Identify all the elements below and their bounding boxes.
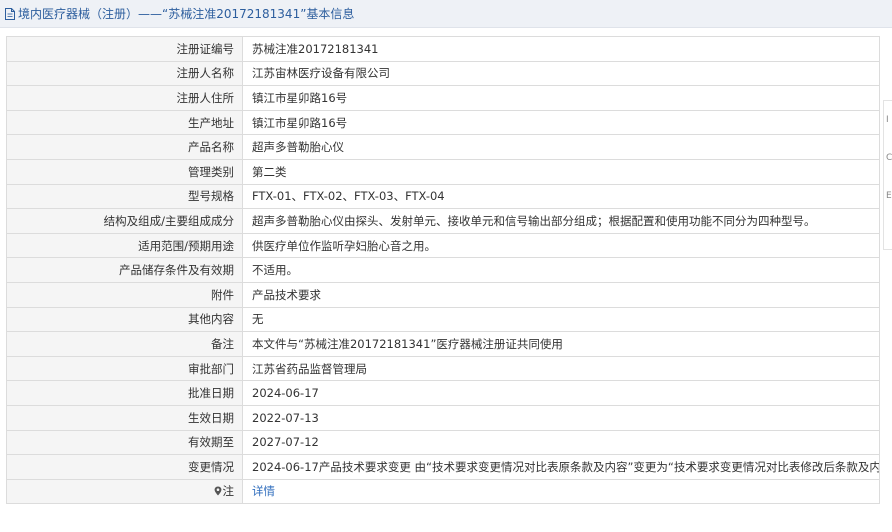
row-label: 适用范围/预期用途 (6, 232, 243, 259)
row-label: 注册人名称 (6, 60, 243, 87)
row-label: 结构及组成/主要组成成分 (6, 208, 243, 234)
pin-icon (214, 485, 222, 496)
side-tab-glyph: E (886, 191, 892, 201)
row-label: 型号规格 (6, 183, 243, 210)
row-value: 苏械注准20172181341 (242, 36, 880, 62)
table-row: 型号规格 FTX-01、FTX-02、FTX-03、FTX-04 (6, 183, 880, 210)
row-label: 有效期至 (6, 429, 243, 456)
note-label-cell: 注 (6, 478, 243, 505)
row-value: 2024-06-17 (242, 380, 880, 406)
table-row: 生产地址 镇江市星卯路16号 (6, 109, 880, 136)
row-value: 本文件与“苏械注准20172181341”医疗器械注册证共同使用 (242, 331, 880, 357)
page-title: 境内医疗器械（注册）——“苏械注准20172181341”基本信息 (18, 7, 355, 21)
row-value: 2027-07-12 (242, 429, 880, 456)
row-label: 注册人住所 (6, 85, 243, 111)
table-row: 管理类别 第二类 (6, 158, 880, 185)
row-label: 生效日期 (6, 404, 243, 431)
table-row: 产品储存条件及有效期 不适用。 (6, 257, 880, 283)
row-label: 生产地址 (6, 109, 243, 136)
table-row: 批准日期 2024-06-17 (6, 380, 880, 406)
document-icon (4, 7, 16, 21)
table-row: 备注 本文件与“苏械注准20172181341”医疗器械注册证共同使用 (6, 331, 880, 357)
row-value: 江苏省药品监督管理局 (242, 355, 880, 382)
row-label: 变更情况 (6, 454, 243, 480)
details-link[interactable]: 详情 (252, 484, 275, 498)
row-value: 产品技术要求 (242, 281, 880, 308)
row-label: 产品名称 (6, 134, 243, 160)
row-value: 第二类 (242, 158, 880, 185)
table-row: 产品名称 超声多普勒胎心仪 (6, 134, 880, 160)
row-value: 无 (242, 306, 880, 333)
row-value: 2024-06-17产品技术要求变更 由“技术要求变更情况对比表原条款及内容”变… (242, 454, 880, 480)
table-row: 注册人名称 江苏宙林医疗设备有限公司 (6, 60, 880, 87)
row-value: 镇江市星卯路16号 (242, 85, 880, 111)
side-float-tab[interactable]: I C E (883, 100, 892, 250)
row-value: 超声多普勒胎心仪 (242, 134, 880, 160)
table-row: 附件 产品技术要求 (6, 281, 880, 308)
row-label: 批准日期 (6, 380, 243, 406)
page-header: 境内医疗器械（注册）——“苏械注准20172181341”基本信息 (0, 0, 892, 28)
table-row: 有效期至 2027-07-12 (6, 429, 880, 456)
note-value-cell: 详情 (242, 478, 880, 505)
table-row: 变更情况 2024-06-17产品技术要求变更 由“技术要求变更情况对比表原条款及… (6, 454, 880, 480)
table-row: 注册证编号 苏械注准20172181341 (6, 36, 880, 62)
row-label: 审批部门 (6, 355, 243, 382)
row-label: 备注 (6, 331, 243, 357)
row-value: 不适用。 (242, 257, 880, 283)
side-tab-glyph: I (886, 115, 889, 125)
row-value: FTX-01、FTX-02、FTX-03、FTX-04 (242, 183, 880, 210)
table-row: 注册人住所 镇江市星卯路16号 (6, 85, 880, 111)
row-label: 管理类别 (6, 158, 243, 185)
row-label: 产品储存条件及有效期 (6, 257, 243, 283)
row-value: 超声多普勒胎心仪由探头、发射单元、接收单元和信号输出部分组成；根据配置和使用功能… (242, 208, 880, 234)
table-row: 生效日期 2022-07-13 (6, 404, 880, 431)
note-label: 注 (222, 484, 235, 499)
table-row: 适用范围/预期用途 供医疗单位作监听孕妇胎心音之用。 (6, 232, 880, 259)
note-row: 注 详情 (6, 478, 880, 505)
table-row: 结构及组成/主要组成成分 超声多普勒胎心仪由探头、发射单元、接收单元和信号输出部分… (6, 208, 880, 234)
info-table: 注册证编号 苏械注准20172181341 注册人名称 江苏宙林医疗设备有限公司 注… (6, 36, 880, 505)
row-label: 注册证编号 (6, 36, 243, 62)
side-tab-glyph: C (886, 153, 892, 163)
row-label: 附件 (6, 281, 243, 308)
row-value: 镇江市星卯路16号 (242, 109, 880, 136)
row-value: 供医疗单位作监听孕妇胎心音之用。 (242, 232, 880, 259)
table-row: 其他内容无 (6, 306, 880, 333)
row-label: 其他内容 (6, 306, 243, 333)
row-value: 2022-07-13 (242, 404, 880, 431)
row-value: 江苏宙林医疗设备有限公司 (242, 60, 880, 87)
table-row: 审批部门 江苏省药品监督管理局 (6, 355, 880, 382)
